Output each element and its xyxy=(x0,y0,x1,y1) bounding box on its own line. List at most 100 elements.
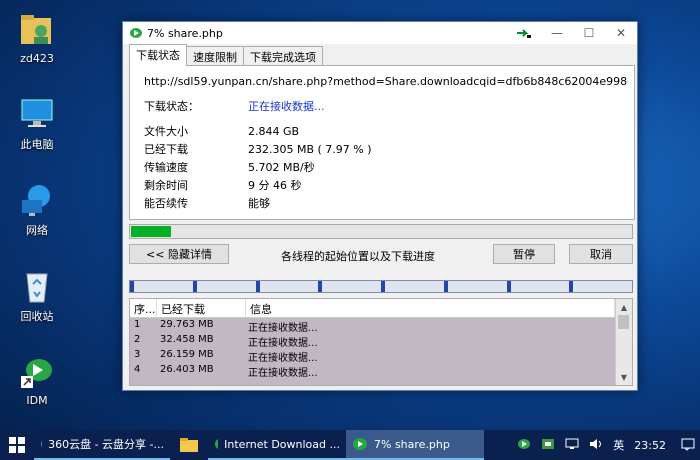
taskbar-item-idm[interactable]: Internet Download ... xyxy=(208,430,346,460)
status-row: 下载状态： 正在接收数据... xyxy=(144,98,325,114)
column-header-downloaded[interactable]: 已经下载 xyxy=(157,299,246,317)
status-value: 正在接收数据... xyxy=(248,100,325,113)
field-row: 剩余时间 9 分 46 秒 xyxy=(144,177,302,193)
tray-app-icon[interactable] xyxy=(541,437,555,454)
taskbar-item-browser[interactable]: 360云盘 - 云盘分享 -... xyxy=(34,430,170,460)
cell-index: 4 xyxy=(134,364,141,375)
field-value: 能够 xyxy=(248,197,270,210)
volume-icon[interactable] xyxy=(589,437,603,454)
cell-size: 32.458 MB xyxy=(160,334,214,345)
field-value: 232.305 MB ( 7.97 % ) xyxy=(248,143,372,156)
file-explorer-icon xyxy=(180,438,198,452)
download-url: http://sdl59.yunpan.cn/share.php?method=… xyxy=(144,75,628,88)
thread-list-header: 序... 已经下载 信息 xyxy=(130,299,632,318)
cell-index: 2 xyxy=(134,334,141,345)
thread-segment-mark xyxy=(318,281,323,292)
thread-segment-mark xyxy=(506,281,511,292)
field-key: 文件大小 xyxy=(144,125,188,138)
system-tray: 英 23:52 xyxy=(512,430,700,460)
desktop-icon-user[interactable]: zd423 xyxy=(6,12,68,65)
field-row: 能否续传 能够 xyxy=(144,195,270,211)
cell-info: 正在接收数据... xyxy=(248,353,318,364)
green-arrow-icon xyxy=(517,29,531,38)
notification-icon[interactable] xyxy=(681,437,695,454)
download-window: 7% share.php — ☐ ✕ 下载状态 速度限制 下载完成选项 http… xyxy=(122,21,638,391)
field-value: 2.844 GB xyxy=(248,125,300,138)
title-bar[interactable]: 7% share.php — ☐ ✕ xyxy=(123,22,637,44)
close-button[interactable]: ✕ xyxy=(605,22,637,44)
desktop-icon-idm[interactable]: IDM xyxy=(6,354,68,407)
desktop-icon-label: 网络 xyxy=(26,224,48,237)
cell-size: 26.159 MB xyxy=(160,349,214,360)
table-row[interactable]: 4 26.403 MB 正在接收数据... xyxy=(130,363,632,379)
cell-size: 26.403 MB xyxy=(160,364,214,375)
desktop-icon-label: IDM xyxy=(26,394,48,407)
tab-strip: 下载状态 速度限制 下载完成选项 xyxy=(129,44,323,66)
tray-idm-icon[interactable] xyxy=(517,437,531,454)
status-label: 下载状态： xyxy=(144,100,199,113)
field-value: 9 分 46 秒 xyxy=(248,179,302,192)
window-title: 7% share.php xyxy=(147,26,223,40)
user-folder-icon xyxy=(19,12,55,48)
taskbar: 360云盘 - 云盘分享 -... Internet Download ... … xyxy=(0,430,700,460)
minimize-button[interactable]: — xyxy=(541,22,573,44)
column-header-info[interactable]: 信息 xyxy=(246,299,615,317)
desktop-icon-label: 此电脑 xyxy=(20,138,54,151)
cell-index: 3 xyxy=(134,349,141,360)
table-row[interactable]: 2 32.458 MB 正在接收数据... xyxy=(130,333,632,349)
start-button[interactable] xyxy=(0,430,34,460)
thread-segment-mark xyxy=(569,281,574,292)
status-panel: http://sdl59.yunpan.cn/share.php?method=… xyxy=(129,65,635,220)
maximize-button[interactable]: ☐ xyxy=(573,22,605,44)
scroll-up-arrow-icon[interactable]: ▲ xyxy=(616,299,632,315)
table-row[interactable]: 1 29.763 MB 正在接收数据... xyxy=(130,318,632,334)
taskbar-item-download-window[interactable]: 7% share.php xyxy=(346,430,484,460)
taskbar-item-label: 360云盘 - 云盘分享 -... xyxy=(48,438,164,451)
idm-app-icon xyxy=(353,438,367,450)
thread-list[interactable]: 序... 已经下载 信息 1 29.763 MB 正在接收数据... 2 32.458… xyxy=(129,298,633,386)
input-language-indicator[interactable]: 英 xyxy=(613,437,624,453)
thread-segment-mark xyxy=(192,281,197,292)
edge-browser-icon xyxy=(41,440,43,448)
field-key: 已经下载 xyxy=(144,143,188,156)
cell-info: 正在接收数据... xyxy=(248,368,318,379)
field-row: 文件大小 2.844 GB xyxy=(144,123,299,139)
cell-size: 29.763 MB xyxy=(160,319,214,330)
desktop-icon-network[interactable]: 网络 xyxy=(6,182,68,238)
cell-info: 正在接收数据... xyxy=(248,323,318,334)
taskbar-item-explorer[interactable] xyxy=(170,430,208,460)
cell-index: 1 xyxy=(134,319,141,330)
network-icon[interactable] xyxy=(565,437,579,454)
desktop-icon-label: 回收站 xyxy=(20,310,54,323)
thread-segment-bar xyxy=(129,280,633,293)
idm-app-icon xyxy=(215,438,219,450)
desktop-icon-label: zd423 xyxy=(20,52,54,65)
recycle-bin-icon xyxy=(19,268,55,304)
field-key: 能否续传 xyxy=(144,197,188,210)
taskbar-item-label: 7% share.php xyxy=(374,437,450,451)
field-row: 已经下载 232.305 MB ( 7.97 % ) xyxy=(144,141,372,157)
table-row[interactable]: 3 26.159 MB 正在接收数据... xyxy=(130,348,632,364)
field-key: 剩余时间 xyxy=(144,179,188,192)
globe-icon xyxy=(19,182,55,218)
pause-button[interactable]: 暂停 xyxy=(493,244,555,264)
scroll-thumb[interactable] xyxy=(618,315,629,329)
cell-info: 正在接收数据... xyxy=(248,338,318,349)
scroll-down-arrow-icon[interactable]: ▼ xyxy=(616,369,632,385)
clock[interactable]: 23:52 xyxy=(634,439,666,452)
thread-segment-mark xyxy=(381,281,385,292)
thread-segment-mark xyxy=(130,281,134,292)
monitor-icon xyxy=(19,96,55,132)
thread-segment-mark xyxy=(255,281,260,292)
hide-details-button[interactable]: << 隐藏详情 xyxy=(129,244,229,264)
taskbar-item-label: Internet Download ... xyxy=(224,437,340,451)
tab-speed-limit[interactable]: 速度限制 xyxy=(186,46,244,66)
vertical-scrollbar[interactable]: ▲ ▼ xyxy=(615,299,632,385)
column-header-index[interactable]: 序... xyxy=(130,299,157,317)
desktop-icon-this-pc[interactable]: 此电脑 xyxy=(6,96,68,152)
tab-on-complete[interactable]: 下载完成选项 xyxy=(243,46,323,66)
tab-download-status[interactable]: 下载状态 xyxy=(129,44,187,66)
cancel-button[interactable]: 取消 xyxy=(569,244,633,264)
download-progress-bar xyxy=(129,224,633,239)
desktop-icon-recycle-bin[interactable]: 回收站 xyxy=(6,268,68,324)
